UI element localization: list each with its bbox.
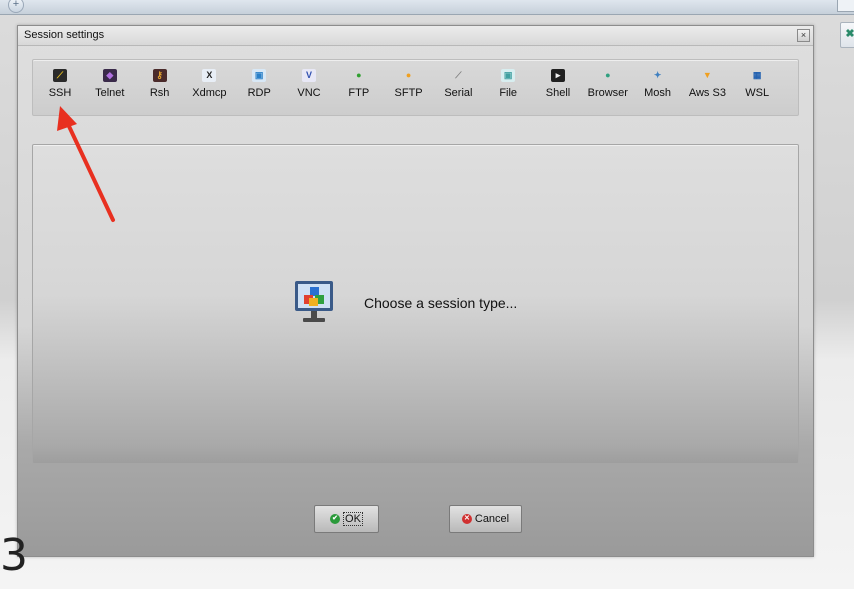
- session-type-label: FTP: [348, 87, 370, 99]
- session-type-ssh[interactable]: ⟋ SSH: [37, 60, 83, 115]
- session-type-toolbar: ⟋ SSH ◆ Telnet ⚷ Rsh X Xdmcp ▣ RDP V VNC ● FTP ● SFTP ⟋ S…: [32, 59, 799, 116]
- cancel-x-icon: ✕: [461, 514, 472, 524]
- rdp-icon: ▣: [252, 69, 267, 82]
- session-type-browser[interactable]: ● Browser: [585, 60, 631, 115]
- xdmcp-icon: X: [202, 69, 217, 82]
- session-type-label: WSL: [745, 87, 770, 99]
- cancel-button[interactable]: ✕ Cancel: [449, 505, 522, 533]
- monitor-cubes-icon: [295, 281, 333, 322]
- session-type-label: Rsh: [149, 87, 170, 99]
- close-icon[interactable]: ×: [797, 29, 810, 42]
- mosh-icon: ✦: [653, 70, 662, 80]
- session-type-label: Aws S3: [688, 87, 726, 99]
- session-type-mosh[interactable]: ✦ Mosh: [635, 60, 681, 115]
- session-type-ftp[interactable]: ● FTP: [336, 60, 382, 115]
- session-type-vnc[interactable]: V VNC: [286, 60, 332, 115]
- ssh-icon: ⟋: [53, 69, 67, 82]
- browser-icon: ●: [605, 70, 611, 80]
- new-tab-icon[interactable]: +: [8, 0, 24, 13]
- session-type-serial[interactable]: ⟋ Serial: [435, 60, 481, 115]
- sftp-icon: ●: [405, 70, 412, 80]
- choose-session-prompt: Choose a session type...: [364, 295, 518, 311]
- session-type-label: Serial: [444, 87, 473, 99]
- overlay-step-number: 3: [0, 530, 28, 581]
- session-type-shell[interactable]: ▸ Shell: [535, 60, 581, 115]
- shell-icon: ▸: [551, 69, 565, 82]
- dialog-title: Session settings: [24, 29, 105, 41]
- session-content-panel: Choose a session type...: [32, 144, 799, 464]
- session-type-label: Telnet: [95, 87, 125, 99]
- ok-button[interactable]: ✔ OK: [314, 505, 379, 533]
- ftp-icon: ●: [356, 70, 362, 80]
- session-type-sftp[interactable]: ● SFTP: [386, 60, 432, 115]
- session-settings-dialog: Session settings × ⟋ SSH ◆ Telnet ⚷ Rsh X Xdmcp…: [17, 25, 814, 557]
- session-type-telnet[interactable]: ◆ Telnet: [87, 60, 133, 115]
- session-type-label: SSH: [48, 87, 72, 99]
- session-type-label: RDP: [247, 87, 271, 99]
- session-type-label: Browser: [587, 87, 628, 99]
- session-type-label: VNC: [297, 87, 321, 99]
- cancel-button-label: Cancel: [474, 513, 510, 525]
- file-icon: ▣: [501, 69, 516, 82]
- session-type-label: SFTP: [394, 87, 423, 99]
- top-toolbar-strip: +: [0, 0, 854, 15]
- session-type-rdp[interactable]: ▣ RDP: [236, 60, 282, 115]
- session-type-rsh[interactable]: ⚷ Rsh: [137, 60, 183, 115]
- dialog-titlebar: Session settings ×: [18, 26, 813, 46]
- session-type-label: Xdmcp: [192, 87, 227, 99]
- top-right-control[interactable]: [837, 0, 854, 12]
- side-tool-icon[interactable]: ✖: [840, 22, 854, 48]
- telnet-icon: ◆: [102, 69, 117, 82]
- session-type-label: Shell: [545, 87, 571, 99]
- wsl-icon: ▦: [752, 70, 762, 80]
- session-type-label: Mosh: [644, 87, 672, 99]
- session-type-wsl[interactable]: ▦ WSL: [734, 60, 780, 115]
- ok-button-label: OK: [343, 512, 363, 526]
- session-type-xdmcp[interactable]: X Xdmcp: [186, 60, 232, 115]
- check-icon: ✔: [330, 514, 341, 524]
- session-type-aws-s3[interactable]: ▼ Aws S3: [684, 60, 730, 115]
- aws-s3-icon: ▼: [702, 70, 712, 80]
- session-type-file[interactable]: ▣ File: [485, 60, 531, 115]
- serial-icon: ⟋: [455, 70, 462, 80]
- rsh-icon: ⚷: [152, 69, 167, 82]
- vnc-icon: V: [302, 69, 316, 82]
- session-type-label: File: [499, 87, 518, 99]
